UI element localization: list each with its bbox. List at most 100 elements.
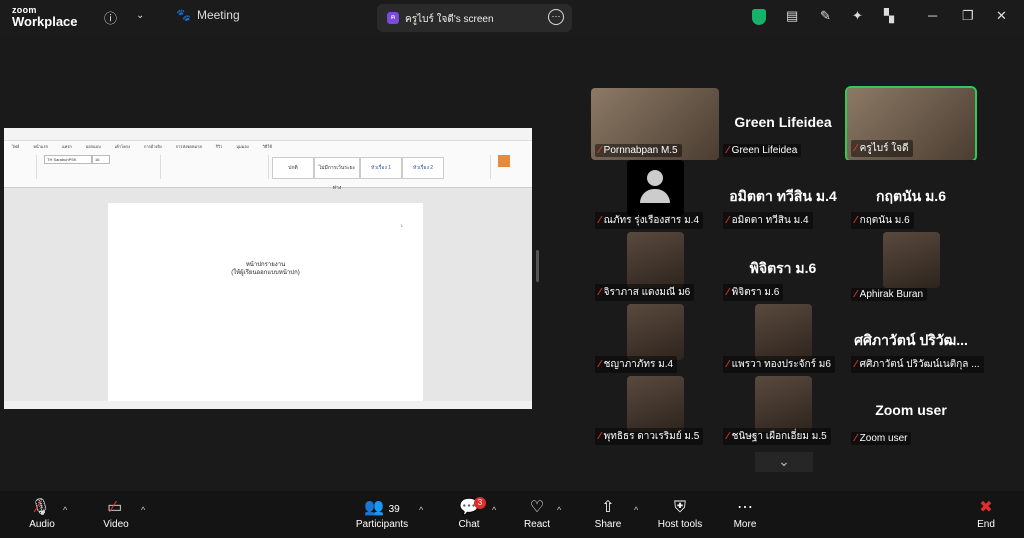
participant-name-text: กฤตนัน ม.6 <box>859 215 910 226</box>
participant-name-label: ⁄ ครูไบร์ ใจดี <box>851 140 913 157</box>
participant-name-label: ⁄ Zoom user <box>851 432 912 445</box>
close-icon[interactable]: ✕ <box>996 8 1007 24</box>
muted-mic-icon: ⁄ <box>599 215 601 226</box>
participant-tile[interactable]: ⁄ ชนิษฐา เผือกเอี่ยม ม.5 <box>719 376 847 448</box>
info-icon[interactable]: ⓘ <box>104 8 117 27</box>
participants-label: Participants <box>355 519 409 530</box>
participant-tile[interactable]: ⁄ Aphirak Buran <box>847 232 975 304</box>
notes-icon[interactable]: ▤ <box>786 8 798 24</box>
muted-mic-icon: ⁄ <box>855 215 857 226</box>
end-button[interactable]: ✖ End <box>970 497 1002 530</box>
participant-tile[interactable]: ⁄ Pornnabpan M.5 <box>591 88 719 160</box>
participant-name-label: ⁄ จิราภาส แดงมณี ม6 <box>595 284 695 301</box>
muted-mic-icon: ⁄ <box>727 287 729 298</box>
share-button[interactable]: ⇧ Share <box>590 497 626 530</box>
participant-tile[interactable]: ศศิภาวัตน์ ปริวัฒ... ⁄ ศศิภาวัตน์ ปริวัฒน์… <box>847 304 984 376</box>
word-menu-tab: แทรก <box>62 143 72 149</box>
share-screen-icon: ⇧ <box>601 499 615 516</box>
participant-tile[interactable]: ⁄ ชญาภาภัทร ม.4 <box>591 304 719 376</box>
participant-tile[interactable]: Zoom user ⁄ Zoom user <box>847 376 975 448</box>
participant-display-name: ศศิภาวัตน์ ปริวัฒ... <box>854 332 968 348</box>
word-menu-tab: ออกแบบ <box>85 143 101 149</box>
word-menu-tab: การส่งจดหมาย <box>175 143 202 149</box>
participant-name-text: Green Lifeidea <box>731 145 798 156</box>
participant-name-text: Aphirak Buran <box>859 289 924 300</box>
participants-options-caret[interactable]: ^ <box>419 505 423 515</box>
avatar-head-icon <box>647 170 663 186</box>
muted-mic-icon: ⁄ <box>727 359 729 370</box>
audio-options-caret[interactable]: ^ <box>63 505 67 515</box>
react-button[interactable]: ♡ React <box>520 497 554 530</box>
participant-tile[interactable]: ⁄ จิราภาส แดงมณี ม6 <box>591 232 719 304</box>
participant-name-label: ⁄ พุทธิธร ดาวเรริมย์ ม.5 <box>595 428 704 445</box>
video-off-icon: ▭⁄ <box>107 499 123 516</box>
end-call-icon: ✖ <box>979 499 993 516</box>
participant-video-thumbnail <box>627 232 684 288</box>
minimize-icon[interactable]: ─ <box>928 8 937 23</box>
share-tab-label: ครูไบร์ ใจดี's screen <box>405 14 494 25</box>
audio-label: Audio <box>29 519 55 530</box>
participants-count: 39 <box>388 504 400 515</box>
participant-tile[interactable]: ⁄ ณภัทร รุ่งเรืองสาร ม.4 <box>591 160 719 232</box>
more-button[interactable]: ⋯ More <box>728 497 762 530</box>
participant-tile[interactable]: ⁄ ครูไบร์ ใจดี <box>845 86 977 162</box>
chat-unread-badge: 3 <box>474 497 486 509</box>
muted-mic-icon: ⁄ <box>599 145 601 156</box>
participant-name-label: ⁄ กฤตนัน ม.6 <box>851 212 914 229</box>
more-options-icon[interactable]: ··· <box>548 9 564 25</box>
avatar-body-icon <box>640 189 670 203</box>
participant-name-text: อมิตตา ทวีสิน ม.4 <box>731 215 809 226</box>
gallery-next-page-icon[interactable]: ⌄ <box>755 452 813 472</box>
muted-mic-icon: ⁄ <box>727 215 729 226</box>
participant-name-label: ⁄ แพรวา ทองประจักร์ ม6 <box>723 356 835 373</box>
video-label: Video <box>103 519 129 530</box>
layout-icon[interactable]: ▚ <box>884 8 894 24</box>
participant-name-text: Zoom user <box>859 433 908 444</box>
share-options-caret[interactable]: ^ <box>634 505 638 515</box>
participant-name-label: ⁄ Aphirak Buran <box>851 288 928 301</box>
ai-sparkle-icon[interactable]: ✦ <box>852 8 863 24</box>
participant-name-text: พิจิตรา ม.6 <box>731 287 780 298</box>
muted-mic-icon: ⁄ <box>727 431 729 442</box>
participants-button[interactable]: 👥 39 Participants <box>352 497 412 530</box>
share-label: Share <box>594 519 622 530</box>
restore-icon[interactable]: ❐ <box>962 8 974 24</box>
participant-name-text: ครูไบร์ ใจดี <box>859 143 909 154</box>
participant-name-text: ชญาภาภัทร ม.4 <box>603 359 674 370</box>
muted-mic-icon: ⁄ <box>599 359 601 370</box>
participant-tile[interactable]: กฤตนัน ม.6 ⁄ กฤตนัน ม.6 <box>847 160 975 232</box>
share-tab[interactable]: ค ครูไบร์ ใจดี's screen ··· <box>377 4 572 32</box>
shared-screen-document[interactable]: ไฟล์ หน้าแรก แทรก ออกแบบ เค้าโครง การอ้างอิง ก… <box>4 128 532 409</box>
font-group <box>40 155 161 179</box>
participant-tile[interactable]: ⁄ แพรวา ทองประจักร์ ม6 <box>719 304 847 376</box>
react-options-caret[interactable]: ^ <box>557 505 561 515</box>
participant-video-thumbnail <box>627 304 684 360</box>
style-normal: ปกติ <box>272 157 314 179</box>
participant-name-label: ⁄ ชญาภาภัทร ม.4 <box>595 356 678 373</box>
participant-video-thumbnail <box>627 376 684 432</box>
split-view-divider[interactable] <box>536 250 539 282</box>
chat-label: Chat <box>458 519 480 530</box>
participant-display-name: กฤตนัน ม.6 <box>876 188 946 204</box>
participants-icon: 👥 39 <box>364 499 400 516</box>
participant-tile[interactable]: พิจิตรา ม.6 ⁄ พิจิตรา ม.6 <box>719 232 847 304</box>
participant-name-label: ⁄ Pornnabpan M.5 <box>595 144 682 157</box>
video-button[interactable]: ▭⁄ Video <box>98 497 134 530</box>
react-label: React <box>523 519 551 530</box>
participant-tile[interactable]: ⁄ พุทธิธร ดาวเรริมย์ ม.5 <box>591 376 719 448</box>
chat-options-caret[interactable]: ^ <box>492 505 496 515</box>
chevron-down-icon[interactable]: ⌄ <box>136 10 144 21</box>
host-tools-button[interactable]: ⛨ Host tools <box>654 497 706 530</box>
security-shield-icon[interactable] <box>752 9 766 25</box>
editing-group <box>450 155 491 179</box>
meeting-tab[interactable]: 🐾 Meeting <box>176 8 240 22</box>
whiteboard-pen-icon[interactable]: ✎ <box>820 8 831 24</box>
participant-display-name: Green Lifeidea <box>734 114 832 130</box>
word-menu-tab: การอ้างอิง <box>143 143 162 149</box>
participant-name-text: แพรวา ทองประจักร์ ม6 <box>731 359 831 370</box>
participant-name-label: ⁄ ศศิภาวัตน์ ปริวัฒน์เนติกุล ... <box>851 356 984 373</box>
video-options-caret[interactable]: ^ <box>141 505 145 515</box>
audio-button[interactable]: 🎙⁄ Audio <box>24 497 60 530</box>
participant-tile[interactable]: อมิตตา ทวีสิน ม.4 ⁄ อมิตตา ทวีสิน ม.4 <box>719 160 847 232</box>
participant-tile[interactable]: Green Lifeidea ⁄ Green Lifeidea <box>719 88 847 160</box>
